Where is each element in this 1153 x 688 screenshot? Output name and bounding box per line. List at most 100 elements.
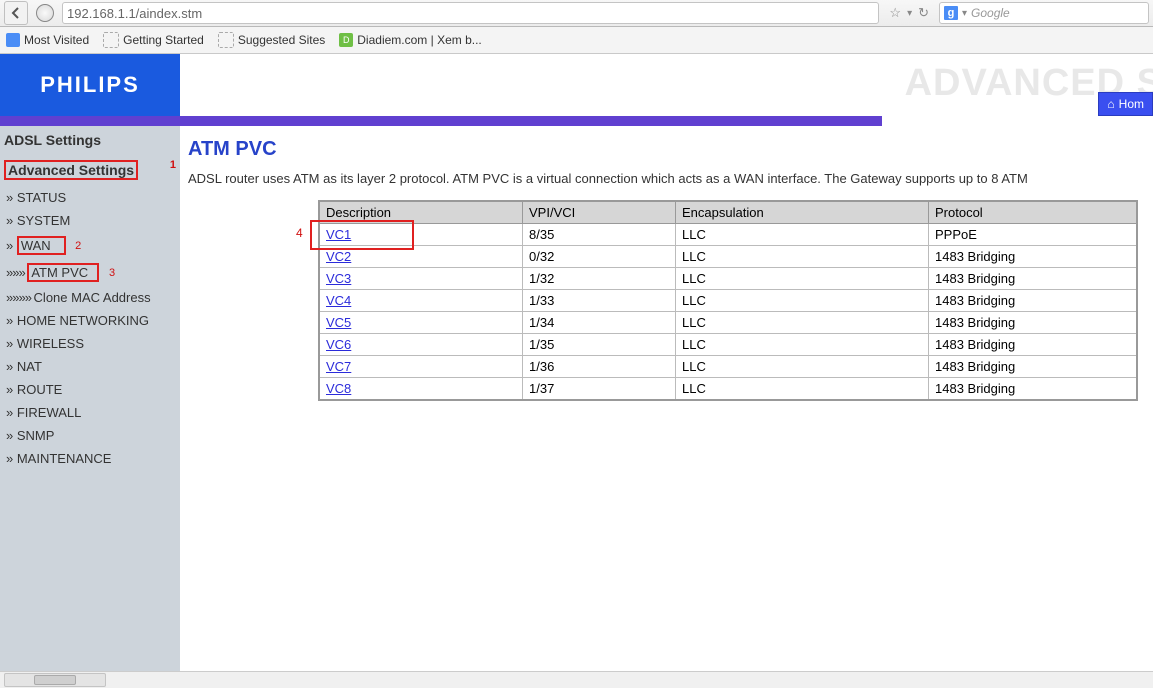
scrollbar-thumb[interactable]	[34, 675, 76, 685]
highlight-box: WAN	[17, 236, 66, 255]
table-row: VC5 1/34LLC1483 Bridging	[319, 312, 1137, 334]
table-row: VC71/36LLC1483 Bridging	[319, 356, 1137, 378]
vc-link[interactable]: VC5	[326, 315, 351, 330]
th-vpivci: VPI/VCI	[523, 201, 676, 224]
th-encapsulation: Encapsulation	[676, 201, 929, 224]
sidebar-item-label: ROUTE	[17, 382, 63, 397]
sidebar-item-system[interactable]: SYSTEM	[0, 209, 180, 232]
page-title: ATM PVC	[188, 138, 1145, 161]
cell-protocol: 1483 Bridging	[929, 334, 1138, 356]
url-right-icons: ☆ ▾ ↻	[883, 5, 935, 21]
cell-encapsulation: LLC	[676, 334, 929, 356]
sidebar-item-label: FIREWALL	[17, 405, 82, 420]
brand-logo: PHILIPS	[0, 54, 180, 116]
sidebar-item-clone-mac[interactable]: Clone MAC Address	[0, 286, 180, 309]
back-button[interactable]	[4, 1, 28, 25]
sidebar-item-status[interactable]: STATUS	[0, 186, 180, 209]
vc-link[interactable]: VC2	[326, 249, 351, 264]
highlight-box: Advanced Settings	[4, 160, 138, 180]
dropdown-icon[interactable]: ▾	[907, 8, 912, 19]
bookmark-diadiem[interactable]: D Diadiem.com | Xem b...	[339, 33, 482, 47]
annotation-2: 2	[75, 240, 81, 252]
horizontal-scrollbar[interactable]	[0, 671, 1153, 688]
sidebar-item-label: WAN	[21, 238, 51, 253]
sidebar-item-label: NAT	[17, 359, 42, 374]
sidebar-item-nat[interactable]: NAT	[0, 355, 180, 378]
scrollbar-track[interactable]	[4, 673, 106, 687]
sidebar-item-label: SNMP	[17, 428, 55, 443]
bookmark-suggested-sites[interactable]: Suggested Sites	[218, 32, 325, 48]
table-row: VC41/33LLC1483 Bridging	[319, 290, 1137, 312]
home-button[interactable]: ⌂ Hom	[1098, 92, 1153, 116]
sidebar-item-label: SYSTEM	[17, 213, 70, 228]
cell-vpivci: 1/37	[523, 378, 676, 401]
cell-protocol: 1483 Bridging	[929, 246, 1138, 268]
table-row: VC6 1/35LLC1483 Bridging	[319, 334, 1137, 356]
table-wrapper: 4 Description VPI/VCI Encapsulation Prot…	[318, 200, 1145, 401]
sidebar-item-label: ATM PVC	[31, 265, 88, 280]
th-description: Description	[319, 201, 523, 224]
cell-vpivci: 1/33	[523, 290, 676, 312]
table-row: VC20/32LLC1483 Bridging	[319, 246, 1137, 268]
sidebar-item-wireless[interactable]: WIRELESS	[0, 332, 180, 355]
bookmark-icon	[218, 32, 234, 48]
sidebar-item-label: WIRELESS	[17, 336, 84, 351]
home-label: Hom	[1119, 97, 1144, 111]
highlight-box: ATM PVC	[27, 263, 99, 282]
sidebar-heading-label: Advanced Settings	[8, 162, 134, 178]
cell-protocol: 1483 Bridging	[929, 312, 1138, 334]
bookmark-getting-started[interactable]: Getting Started	[103, 32, 204, 48]
sidebar-item-firewall[interactable]: FIREWALL	[0, 401, 180, 424]
header-right: ADVANCED S ⌂ Hom	[180, 54, 1153, 116]
vc-link[interactable]: VC3	[326, 271, 351, 286]
vc-link[interactable]: VC6	[326, 337, 351, 352]
vc-link[interactable]: VC4	[326, 293, 351, 308]
bookmark-icon	[6, 33, 20, 47]
sidebar-item-label: HOME NETWORKING	[17, 313, 149, 328]
annotation-3: 3	[109, 267, 115, 279]
cell-encapsulation: LLC	[676, 246, 929, 268]
url-bar[interactable]: 192.168.1.1/aindex.stm	[62, 2, 879, 24]
table-row: VC18/35LLCPPPoE	[319, 224, 1137, 246]
cell-encapsulation: LLC	[676, 312, 929, 334]
bookmark-most-visited[interactable]: Most Visited	[6, 33, 89, 47]
sidebar-heading-adsl[interactable]: ADSL Settings	[0, 126, 180, 154]
page-description: ADSL router uses ATM as its layer 2 prot…	[188, 171, 1145, 186]
th-protocol: Protocol	[929, 201, 1138, 224]
search-dropdown-icon[interactable]: ▾	[962, 8, 967, 19]
page-header: PHILIPS ADVANCED S ⌂ Hom	[0, 54, 1153, 116]
sidebar-heading-advanced[interactable]: Advanced Settings 1	[0, 154, 180, 186]
sidebar-item-atm-pvc[interactable]: ATM PVC 3	[0, 259, 180, 286]
sidebar-item-label: Clone MAC Address	[34, 290, 151, 305]
vc-link[interactable]: VC8	[326, 381, 351, 396]
brand-text: PHILIPS	[40, 72, 140, 98]
bookmark-label: Most Visited	[24, 33, 89, 47]
google-icon: g	[944, 6, 958, 20]
sidebar-item-home-networking[interactable]: HOME NETWORKING	[0, 309, 180, 332]
cell-vpivci: 1/32	[523, 268, 676, 290]
search-placeholder: Google	[971, 6, 1010, 20]
bookmark-icon: D	[339, 33, 353, 47]
sidebar-item-route[interactable]: ROUTE	[0, 378, 180, 401]
cell-vpivci: 1/35	[523, 334, 676, 356]
cell-vpivci: 1/34	[523, 312, 676, 334]
star-icon[interactable]: ☆	[889, 5, 901, 21]
accent-bar	[0, 116, 882, 126]
sidebar-item-maintenance[interactable]: MAINTENANCE	[0, 447, 180, 470]
sidebar-item-label: MAINTENANCE	[17, 451, 112, 466]
sidebar-item-snmp[interactable]: SNMP	[0, 424, 180, 447]
cell-protocol: 1483 Bridging	[929, 356, 1138, 378]
browser-search[interactable]: g ▾ Google	[939, 2, 1149, 24]
cell-description: VC3	[319, 268, 523, 290]
cell-encapsulation: LLC	[676, 224, 929, 246]
sidebar-item-wan[interactable]: WAN 2	[0, 232, 180, 259]
cell-description: VC1	[319, 224, 523, 246]
bookmark-icon	[103, 32, 119, 48]
vc-link[interactable]: VC1	[326, 227, 351, 242]
reload-icon[interactable]: ↻	[918, 5, 929, 21]
bookmark-label: Getting Started	[123, 33, 204, 47]
cell-encapsulation: LLC	[676, 268, 929, 290]
bookmarks-bar: Most Visited Getting Started Suggested S…	[0, 27, 1153, 54]
cell-description: VC7	[319, 356, 523, 378]
vc-link[interactable]: VC7	[326, 359, 351, 374]
